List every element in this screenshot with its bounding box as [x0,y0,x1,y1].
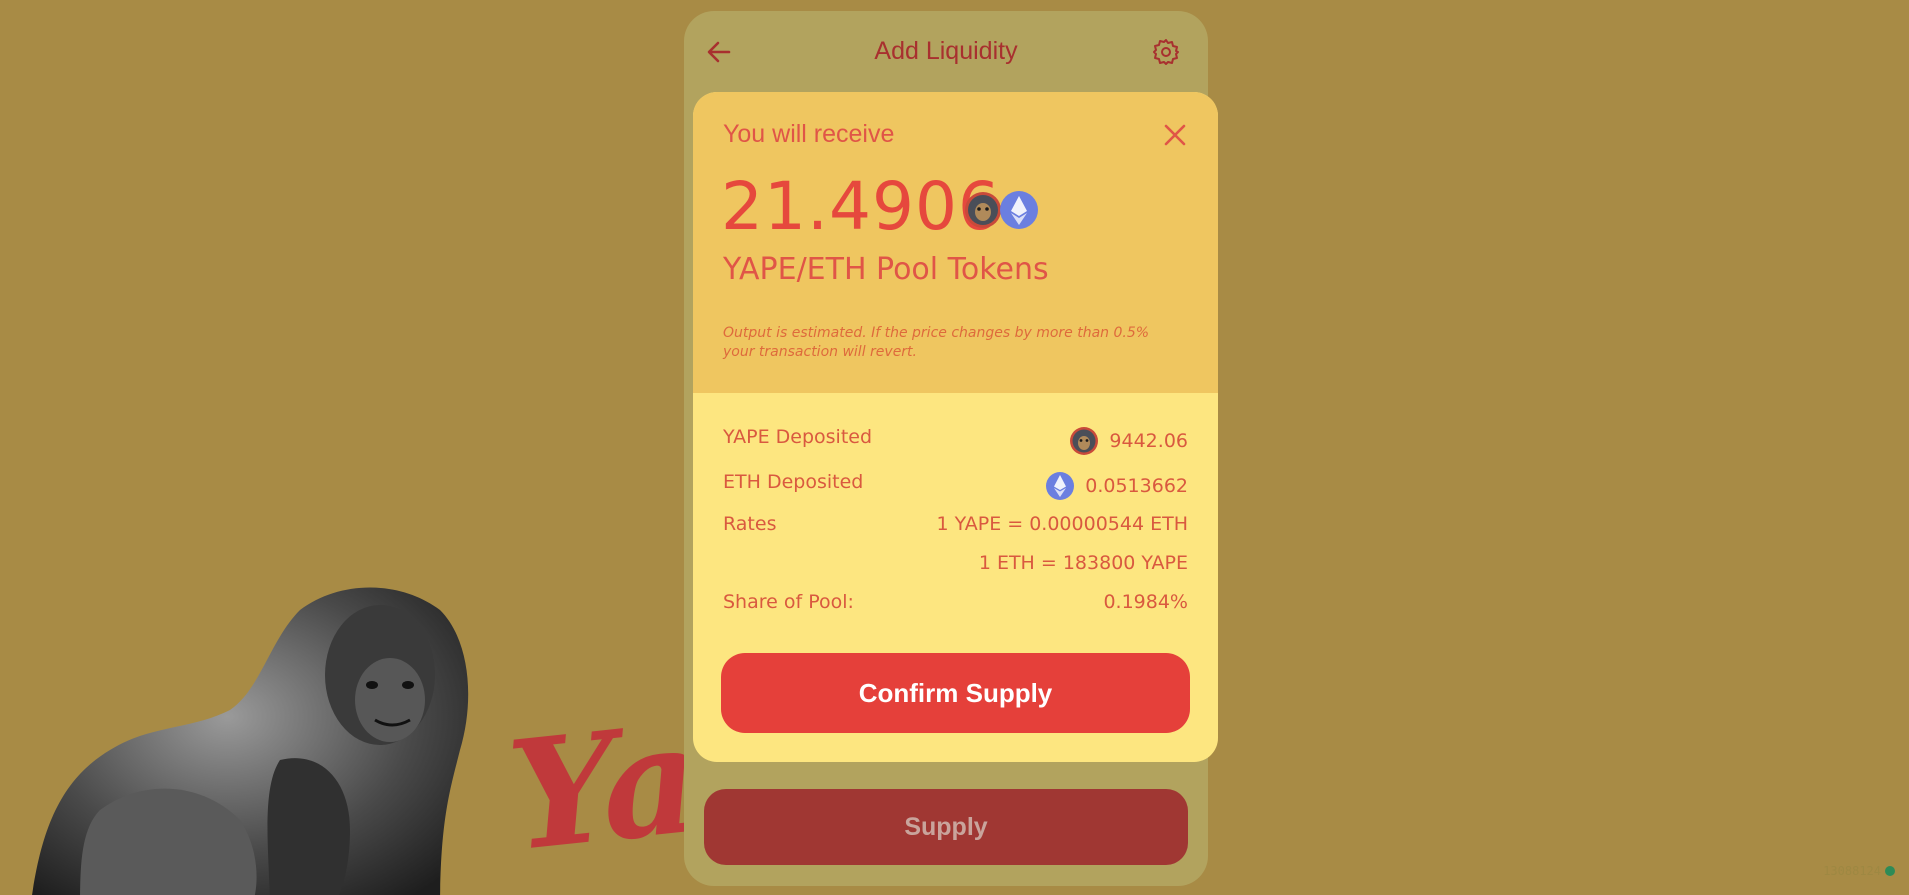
rates-row: Rates 1 YAPE = 0.00000544 ETH [723,509,1188,539]
rate-yape-eth: 1 YAPE = 0.00000544 ETH [936,513,1189,535]
yape-token-icon [965,192,1001,228]
receive-label: You will receive [723,120,895,148]
share-of-pool-row: Share of Pool: 0.1984% [723,587,1188,617]
estimate-note: Output is estimated. If the price change… [723,325,1150,360]
eth-token-icon [1046,472,1075,500]
rates-row-2: 1 ETH = 183800 YAPE [723,548,1188,578]
close-icon[interactable] [1162,122,1188,148]
token-pair-icons [965,191,1038,229]
yape-deposited-value: 9442.06 [1109,430,1188,452]
pool-token-amount: 21.4906 [721,168,1001,245]
gear-icon[interactable] [1152,38,1180,66]
block-status: 13088124 [1823,864,1895,878]
pool-tokens-label: YAPE/ETH Pool Tokens [723,252,1049,287]
share-of-pool-value: 0.1984% [1103,591,1188,613]
app-stage: Ya Add Liquidity Supply You will receive… [0,0,1909,895]
yape-deposited-row: YAPE Deposited 9442.06 [723,422,1188,455]
modal-header-section: You will receive 21.4906 YAPE/ETH Pool T… [693,92,1218,393]
gorilla-illustration [32,587,469,895]
confirm-supply-modal: You will receive 21.4906 YAPE/ETH Pool T… [693,92,1218,762]
brand-wordmark: Ya [501,690,704,886]
rate-eth-yape: 1 ETH = 183800 YAPE [978,552,1188,574]
block-number: 13088124 [1823,864,1881,878]
page-title: Add Liquidity [874,37,1018,65]
share-of-pool-label: Share of Pool: [723,591,854,613]
status-dot-icon [1885,866,1895,876]
confirm-supply-button[interactable]: Confirm Supply [721,653,1190,733]
supply-button[interactable]: Supply [704,789,1188,865]
eth-deposited-value: 0.0513662 [1085,475,1188,497]
eth-token-icon [1000,191,1038,229]
rates-label: Rates [723,513,777,535]
yape-token-icon [1070,427,1099,455]
yape-deposited-label: YAPE Deposited [723,426,873,448]
eth-deposited-label: ETH Deposited [723,471,864,493]
eth-deposited-row: ETH Deposited 0.0513662 [723,467,1188,500]
